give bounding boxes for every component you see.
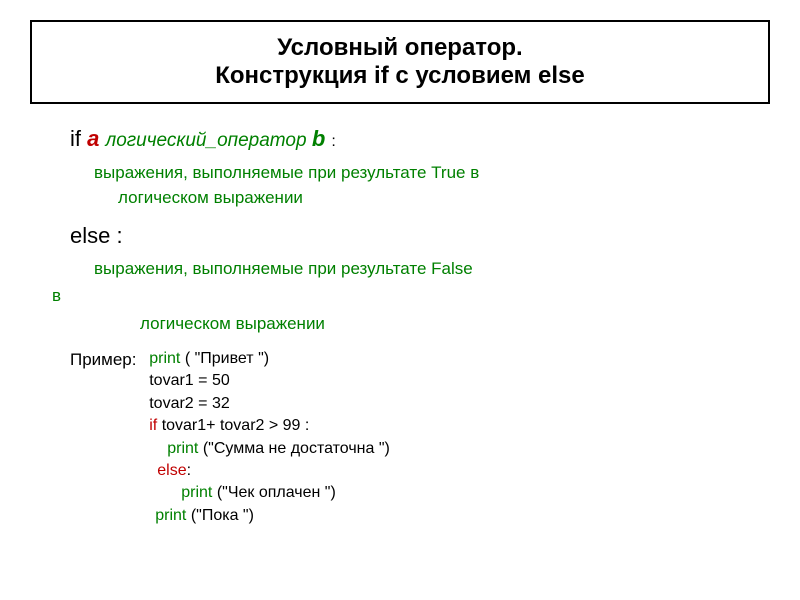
true-description: выражения, выполняемые при результате Tr…	[94, 160, 770, 211]
if-cond: tovar1+ tovar2 > 99 :	[162, 417, 310, 434]
var-a: a	[87, 126, 105, 151]
example-label: Пример:	[70, 348, 137, 372]
if-kw: if	[149, 417, 161, 434]
code-line-2: tovar1 = 50	[149, 370, 390, 392]
false-desc-vlog: логическом выражении	[140, 311, 770, 337]
logical-operator: логический_оператор	[105, 130, 311, 151]
else-syntax-line: else :	[70, 219, 770, 252]
print-arg: ("Сумма не достаточна ")	[203, 440, 390, 457]
print-kw: print	[149, 350, 185, 367]
else-colon: :	[187, 462, 191, 479]
colon: :	[331, 133, 335, 150]
example-block: Пример: print ( "Привет ") tovar1 = 50 t…	[70, 348, 770, 527]
print-kw: print	[167, 440, 203, 457]
var-b: b	[312, 126, 332, 151]
code-line-8: print ("Пока ")	[149, 505, 390, 527]
true-desc-line2: логическом выражении	[118, 185, 770, 211]
title-line1: Условный оператор.	[52, 34, 748, 62]
false-desc-v: в	[52, 283, 770, 309]
title-line2: Конструкция if с условием else	[52, 62, 748, 90]
else-kw: else	[157, 462, 186, 479]
code-line-3: tovar2 = 32	[149, 393, 390, 415]
code-line-1: print ( "Привет ")	[149, 348, 390, 370]
if-keyword: if	[70, 126, 87, 151]
title-box: Условный оператор. Конструкция if с усло…	[30, 20, 770, 104]
if-syntax-line: if a логический_оператор b :	[70, 122, 770, 156]
print-arg: ("Пока ")	[191, 507, 254, 524]
print-kw: print	[155, 507, 191, 524]
code-line-5: print ("Сумма не достаточна ")	[149, 438, 390, 460]
print-arg: ( "Привет ")	[185, 350, 269, 367]
false-description: выражения, выполняемые при результате Fa…	[94, 256, 770, 282]
code-block: print ( "Привет ") tovar1 = 50 tovar2 = …	[149, 348, 390, 527]
code-line-4: if tovar1+ tovar2 > 99 :	[149, 415, 390, 437]
syntax-block: if a логический_оператор b : выражения, …	[70, 122, 770, 336]
print-kw: print	[181, 484, 217, 501]
print-arg: ("Чек оплачен ")	[217, 484, 336, 501]
code-line-6: else:	[149, 460, 390, 482]
code-line-7: print ("Чек оплачен ")	[149, 482, 390, 504]
true-desc-line1: выражения, выполняемые при результате Tr…	[94, 163, 479, 182]
